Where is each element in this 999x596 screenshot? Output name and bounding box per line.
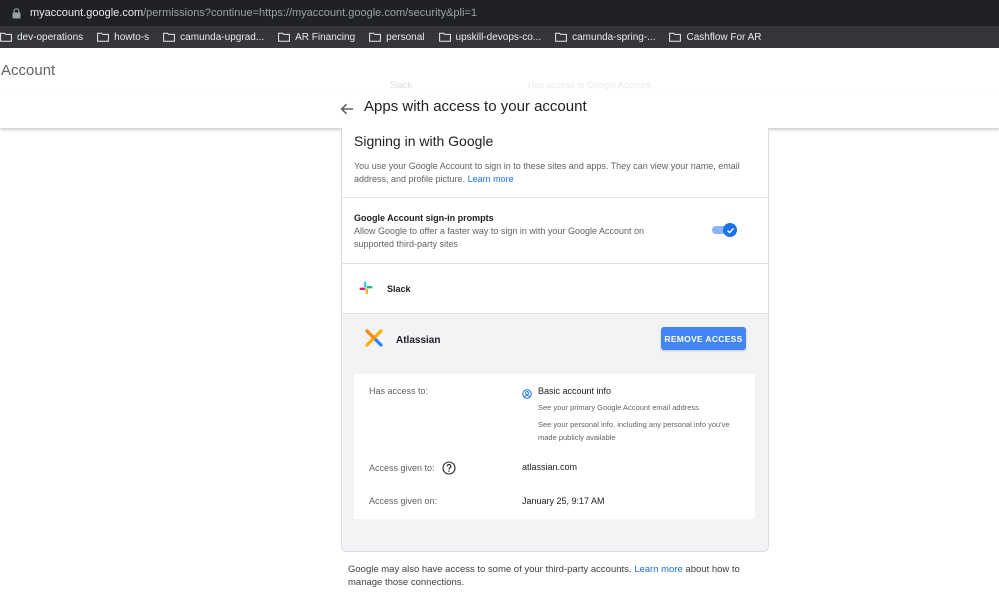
help-icon[interactable]: [442, 461, 456, 475]
bookmark-label: upskill-devops-co...: [455, 31, 542, 43]
access-given-to-value: atlassian.com: [522, 462, 578, 472]
folder-icon: [369, 32, 382, 42]
bookmark-item[interactable]: upskill-devops-co...: [438, 31, 550, 43]
page-heading: Apps with access to your account: [364, 98, 587, 115]
bookmark-item[interactable]: Cashflow For AR: [669, 32, 769, 43]
bookmark-item[interactable]: camunda-upgrad...: [163, 32, 272, 43]
bookmark-item[interactable]: camunda-spring-...: [555, 32, 663, 43]
check-icon: [726, 227, 734, 234]
folder-icon: [555, 32, 568, 42]
apps-card: Signing in with Google You use your Goog…: [341, 128, 769, 552]
bookmark-item[interactable]: AR Financing: [278, 32, 363, 43]
url-path: /permissions?continue=https://myaccount.…: [143, 7, 477, 19]
has-access-label: Has access to:: [369, 386, 429, 396]
learn-more-link[interactable]: Learn more: [468, 174, 514, 184]
slack-logo-icon: [359, 281, 373, 295]
signin-prompts-title: Google Account sign-in prompts: [354, 213, 494, 223]
footer-note-text: Google may also have access to some of y…: [348, 564, 632, 575]
folder-icon: [438, 32, 451, 42]
account-circle-icon: [522, 386, 532, 399]
bookmark-label: howto-s: [114, 31, 150, 43]
folder-icon: [163, 32, 176, 42]
signin-desc-text: You use your Google Account to sign in t…: [354, 161, 740, 184]
bookmark-item[interactable]: howto-s: [97, 32, 157, 43]
access-given-to-label: Access given to:: [369, 463, 435, 473]
back-arrow-icon[interactable]: [338, 100, 356, 118]
personal-info-scope: See your personal info, including any pe…: [538, 420, 730, 442]
app-name-atlassian: Atlassian: [396, 335, 441, 346]
bookmark-label: dev-operations: [17, 31, 84, 43]
bookmark-label: camunda-spring-...: [572, 31, 656, 43]
signin-title: Signing in with Google: [354, 133, 494, 149]
bookmarks-bar: dev-operations howto-s camunda-upgrad... AR…: [0, 26, 999, 48]
folder-icon: [0, 32, 12, 42]
remove-access-button[interactable]: REMOVE ACCESS: [661, 327, 746, 350]
lock-icon: [10, 7, 22, 19]
signin-prompts-toggle[interactable]: [712, 223, 738, 237]
footer-learn-more-link[interactable]: Learn more: [634, 564, 683, 575]
folder-icon: [97, 32, 110, 42]
address-bar[interactable]: myaccount.google.com/permissions?continu…: [0, 0, 999, 26]
bookmark-item[interactable]: dev-operations: [0, 32, 91, 43]
access-given-on-value: January 25, 9:17 AM: [522, 496, 605, 506]
subheader: Apps with access to your account: [0, 92, 999, 128]
footer-note: Google may also have access to some of y…: [348, 563, 758, 589]
app-name-slack: Slack: [387, 284, 411, 294]
bookmark-label: personal: [386, 31, 425, 43]
signin-description: You use your Google Account to sign in t…: [354, 160, 759, 186]
bookmark-label: Cashflow For AR: [686, 31, 762, 43]
signin-prompts-section: Google Account sign-in prompts Allow Goo…: [342, 198, 768, 264]
folder-icon: [669, 32, 682, 42]
primary-email-scope: See your primary Google Account email ad…: [538, 403, 699, 412]
bookmark-item[interactable]: personal: [369, 32, 432, 43]
access-given-on-label: Access given on:: [369, 496, 438, 506]
faded-app-desc: Has access to Google Account: [528, 80, 651, 90]
toggle-knob: [723, 223, 737, 237]
url-host: myaccount.google.com: [30, 7, 144, 19]
app-row-atlassian-expanded: Atlassian REMOVE ACCESS Has access to: B…: [342, 314, 768, 551]
account-title[interactable]: Account: [1, 62, 55, 79]
signin-prompts-description: Allow Google to offer a faster way to si…: [354, 226, 644, 249]
atlassian-logo-icon: [365, 329, 383, 347]
access-details-panel: Has access to: Basic account info See yo…: [354, 374, 755, 519]
folder-icon: [278, 32, 291, 42]
basic-account-info: Basic account info: [538, 386, 612, 396]
signin-section: Signing in with Google You use your Goog…: [342, 128, 768, 198]
bookmark-label: AR Financing: [295, 31, 356, 43]
faded-app-name: Slack: [390, 80, 413, 90]
bookmark-label: camunda-upgrad...: [180, 31, 265, 43]
app-row-slack[interactable]: Slack: [342, 264, 768, 314]
